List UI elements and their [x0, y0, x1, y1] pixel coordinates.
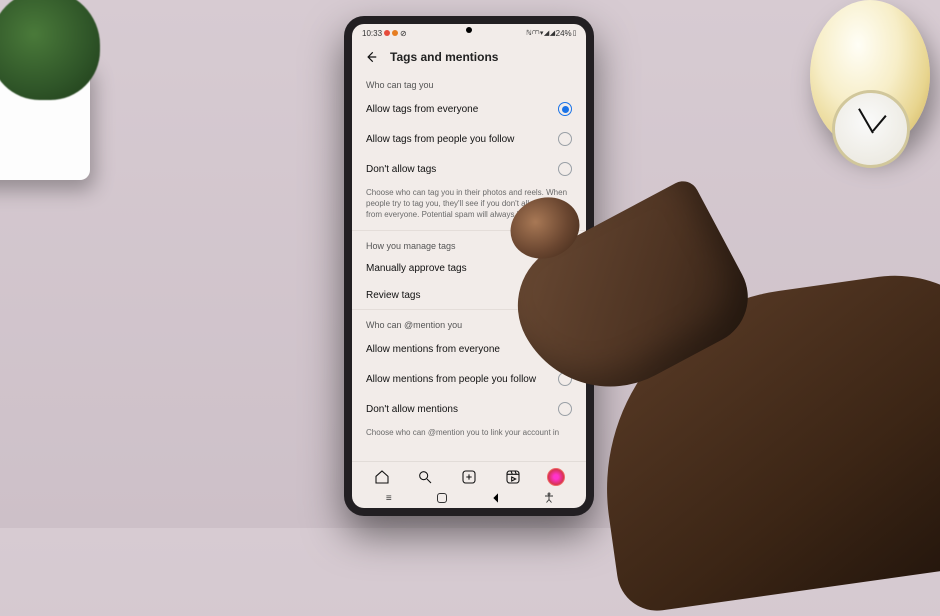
- decor-clock-right: [770, 0, 940, 200]
- radio-selected-icon: [558, 102, 572, 116]
- page-header: Tags and mentions: [352, 42, 586, 74]
- option-label: Allow mentions from people you follow: [366, 374, 536, 385]
- recents-icon: ≡: [386, 493, 392, 504]
- section-label-mentions: Who can @mention you: [352, 310, 586, 334]
- status-signal2-icon: ◢: [550, 29, 555, 37]
- decor-plant-left: [0, 0, 130, 190]
- home-square-icon: [437, 493, 447, 503]
- search-icon: [417, 469, 433, 485]
- page-title: Tags and mentions: [390, 50, 498, 64]
- nav-search[interactable]: [416, 468, 434, 486]
- option-label: Allow tags from people you follow: [366, 134, 514, 145]
- status-do-not-disturb-icon: ⊘: [400, 29, 407, 38]
- option-dont-allow-tags[interactable]: Don't allow tags: [352, 154, 586, 184]
- toggle-on-icon[interactable]: [550, 264, 572, 274]
- row-label: Review tags: [366, 290, 420, 301]
- help-text-mentions-truncated: Choose who can @mention you to link your…: [352, 424, 586, 441]
- option-allow-tags-everyone[interactable]: Allow tags from everyone: [352, 94, 586, 124]
- chevron-right-icon: [562, 291, 572, 301]
- row-label: Manually approve tags: [366, 263, 467, 274]
- arrow-left-icon: [364, 50, 378, 64]
- status-bar: 10:33 ⊘ ℕ ⩋ ▾ ◢ ◢ 24% ▯: [352, 24, 586, 42]
- punch-hole-camera: [466, 27, 472, 33]
- android-home[interactable]: [434, 492, 450, 504]
- status-nfc-icon: ℕ: [526, 29, 531, 37]
- accessibility-icon: [543, 492, 555, 504]
- status-volte-icon: ⩋: [532, 29, 539, 37]
- back-chevron-icon: [488, 490, 504, 506]
- android-accessibility[interactable]: [541, 492, 557, 504]
- nav-reels[interactable]: [504, 468, 522, 486]
- reels-icon: [505, 469, 521, 485]
- plus-square-icon: [461, 469, 477, 485]
- help-text-tags: Choose who can tag you in their photos a…: [352, 184, 586, 231]
- android-back[interactable]: [488, 492, 504, 504]
- radio-unselected-icon: [558, 402, 572, 416]
- status-signal-icon: ◢: [544, 29, 549, 37]
- nav-home[interactable]: [373, 468, 391, 486]
- option-label: Don't allow mentions: [366, 404, 458, 415]
- status-notification-dot-icon: [384, 30, 390, 36]
- bottom-nav: [352, 461, 586, 488]
- row-manually-approve-tags[interactable]: Manually approve tags: [352, 255, 586, 282]
- row-review-tags[interactable]: Review tags: [352, 282, 586, 309]
- option-label: Allow tags from everyone: [366, 104, 478, 115]
- status-recording-dot-icon: [392, 30, 398, 36]
- phone-frame: 10:33 ⊘ ℕ ⩋ ▾ ◢ ◢ 24% ▯ Tags and mention…: [344, 16, 594, 516]
- status-battery-icon: ▯: [573, 29, 576, 37]
- nav-create[interactable]: [460, 468, 478, 486]
- radio-unselected-icon: [558, 372, 572, 386]
- android-nav-bar: ≡: [352, 488, 586, 508]
- nav-profile-avatar[interactable]: [547, 468, 565, 486]
- option-label: Allow mentions from everyone: [366, 344, 500, 355]
- status-time: 10:33: [362, 29, 382, 38]
- status-wifi-icon: ▾: [540, 29, 543, 37]
- android-recents[interactable]: ≡: [381, 492, 397, 504]
- section-label-tags: Who can tag you: [352, 74, 586, 94]
- screen: 10:33 ⊘ ℕ ⩋ ▾ ◢ ◢ 24% ▯ Tags and mention…: [352, 24, 586, 508]
- option-allow-tags-following[interactable]: Allow tags from people you follow: [352, 124, 586, 154]
- radio-unselected-icon: [558, 132, 572, 146]
- option-dont-allow-mentions[interactable]: Don't allow mentions: [352, 394, 586, 424]
- section-label-manage: How you manage tags: [352, 231, 586, 255]
- status-battery-percent: 24%: [556, 29, 572, 38]
- radio-selected-icon: [558, 342, 572, 356]
- home-icon: [374, 469, 390, 485]
- radio-unselected-icon: [558, 162, 572, 176]
- option-allow-mentions-everyone[interactable]: Allow mentions from everyone: [352, 334, 586, 364]
- option-label: Don't allow tags: [366, 164, 436, 175]
- back-button[interactable]: [364, 50, 378, 64]
- option-allow-mentions-following[interactable]: Allow mentions from people you follow: [352, 364, 586, 394]
